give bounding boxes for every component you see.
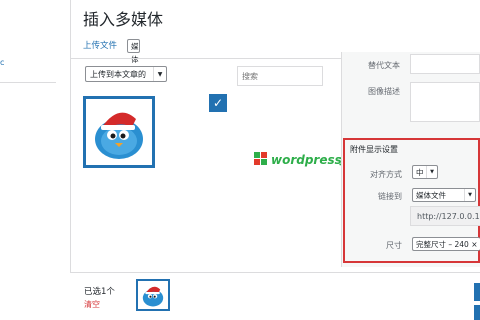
search-input[interactable] (237, 66, 323, 86)
attachment-filter-select[interactable]: 上传到本文章的 ▼ (85, 66, 167, 82)
chevron-down-icon: ▼ (426, 166, 437, 178)
link-to-value: 媒体文件 (416, 191, 446, 200)
media-tabs: 上传文件 媒体库 (83, 39, 140, 77)
chevron-down-icon: ▼ (153, 67, 166, 81)
blue-bird-image (142, 286, 164, 307)
align-label: 对齐方式 (370, 170, 402, 179)
sidebar-divider (0, 82, 56, 83)
insert-button-edge[interactable] (474, 305, 480, 320)
alt-text-input[interactable] (410, 54, 480, 74)
alt-text-label: 替代文本 (368, 61, 400, 70)
chevron-down-icon: ▼ (464, 189, 475, 201)
display-settings-title: 附件显示设置 (350, 145, 398, 154)
align-select[interactable]: 中 ▼ (412, 165, 438, 179)
link-to-label: 链接到 (378, 192, 402, 201)
watermark-latin: wordpress (271, 153, 342, 167)
background-sidebar: с (0, 0, 70, 320)
description-label: 图像描述 (368, 87, 400, 96)
size-value: 完整尺寸 – 240 × (416, 240, 478, 249)
media-footer: 已选1个 清空 (70, 273, 480, 320)
attachment-filter-value: 上传到本文章的 (90, 70, 146, 79)
selected-check-icon[interactable]: ✓ (209, 94, 227, 112)
link-to-select[interactable]: 媒体文件 ▼ (412, 188, 476, 202)
clear-selection-link[interactable]: 清空 (84, 299, 100, 310)
size-select[interactable]: 完整尺寸 – 240 × (412, 237, 480, 251)
blue-bird-image (95, 112, 144, 159)
insert-button[interactable] (474, 283, 480, 301)
sidebar-item-fragment: с (0, 58, 5, 67)
align-value: 中 (416, 168, 424, 177)
tab-upload-files[interactable]: 上传文件 (83, 39, 117, 51)
selection-count: 已选1个 (84, 287, 115, 297)
link-url-field[interactable]: http://127.0.0.1 (410, 206, 480, 226)
size-label: 尺寸 (386, 241, 402, 250)
selection-thumbnail[interactable] (136, 279, 170, 311)
modal-title: 插入多媒体 (83, 10, 164, 29)
tab-media-library[interactable]: 媒体库 (127, 39, 140, 77)
description-textarea[interactable] (410, 82, 480, 122)
attachment-thumbnail[interactable] (83, 96, 155, 168)
